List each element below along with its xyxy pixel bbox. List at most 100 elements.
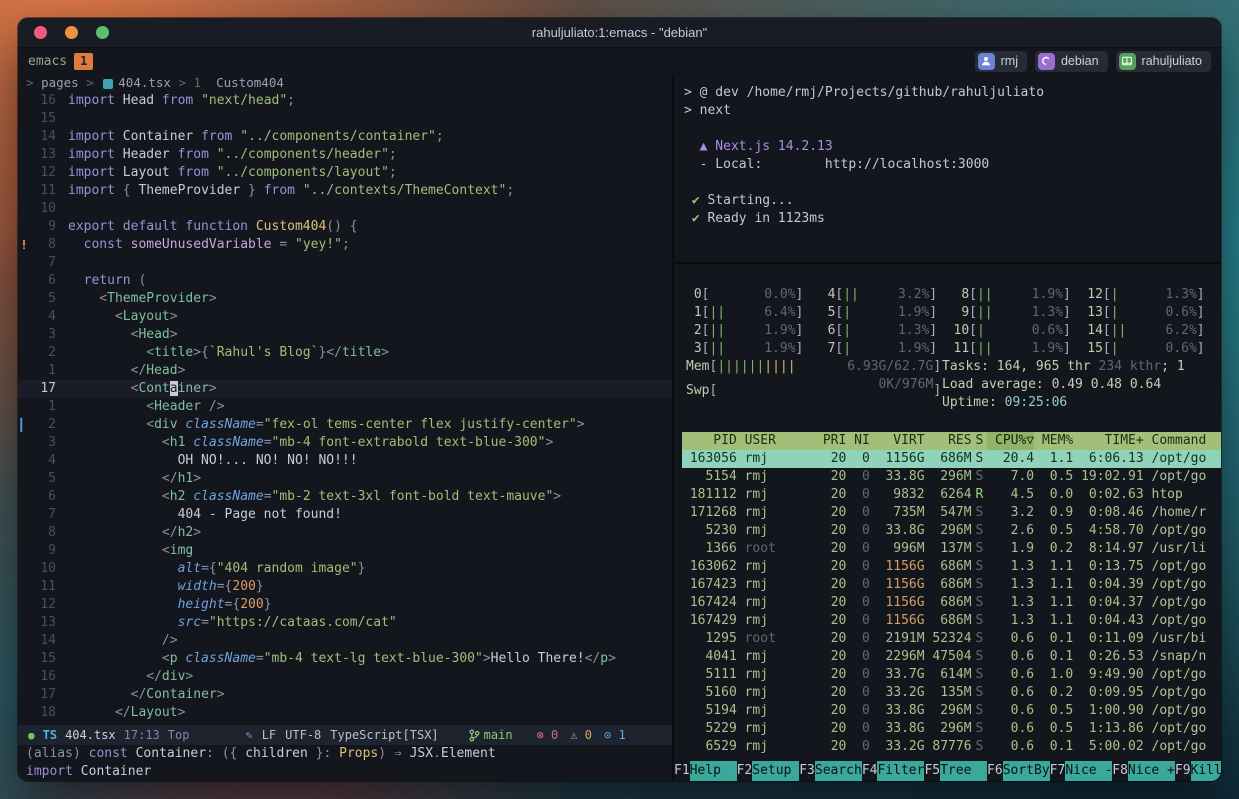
code-line[interactable]: 7 404 - Page not found! [18, 506, 672, 524]
tmux-window-tab[interactable]: emacs 1 [28, 53, 93, 70]
code-line[interactable]: 10 alt={"404 random image"} [18, 560, 672, 578]
column-header-pid[interactable]: PID [682, 432, 737, 450]
dev-server-output[interactable]: > @ dev /home/rmj/Projects/github/rahulj… [674, 74, 1221, 262]
close-button[interactable] [34, 26, 47, 39]
code-line[interactable]: 5 <ThemeProvider> [18, 290, 672, 308]
process-row[interactable]: 1366root200996M137MS1.90.28:14.97/usr/li [682, 540, 1221, 558]
code-line[interactable]: 6 <h2 className="mb-2 text-3xl font-bold… [18, 488, 672, 506]
code-line[interactable]: 9 <img [18, 542, 672, 560]
line-number: 12 [30, 596, 56, 614]
column-header-res[interactable]: RES [925, 432, 972, 450]
process-row[interactable]: 6529rmj20033.2G87776S0.60.15:00.02/opt/g… [682, 738, 1221, 756]
process-row[interactable]: 5230rmj20033.8G296MS2.60.54:58.70/opt/go [682, 522, 1221, 540]
fkey-f9[interactable]: F9Kill [1175, 761, 1221, 781]
code-line[interactable]: 4 OH NO!... NO! NO! NO!!! [18, 452, 672, 470]
code-line[interactable]: 1 <Header /> [18, 398, 672, 416]
tmux-badge-tmux[interactable]: rahuljuliato [1116, 51, 1211, 72]
code-line[interactable]: 13import Header from "../components/head… [18, 146, 672, 164]
fkey-f4[interactable]: F4Filter [862, 761, 925, 781]
process-row[interactable]: 167423rmj2001156G686MS1.31.10:04.39/opt/… [682, 576, 1221, 594]
code-line[interactable]: 15 <p className="mb-4 text-lg text-blue-… [18, 650, 672, 668]
code-line[interactable]: 11 width={200} [18, 578, 672, 596]
line-number: 4 [30, 308, 56, 326]
column-header-cpu[interactable]: CPU%▽ [987, 432, 1034, 450]
process-row[interactable]: 5229rmj20033.8G296MS0.60.51:13.86/opt/go [682, 720, 1221, 738]
process-row[interactable]: 181112rmj20098326264R4.50.00:02.63htop [682, 486, 1221, 504]
code-line[interactable]: 16import Head from "next/head"; [18, 92, 672, 110]
column-header-s[interactable]: S [972, 432, 988, 450]
tok-kw: import [68, 129, 123, 144]
fkey-f3[interactable]: F3Search [799, 761, 862, 781]
tok-pun: } [256, 579, 264, 594]
window-titlebar[interactable]: rahuljuliato:1:emacs - "debian" [18, 18, 1221, 48]
code-line[interactable]: 2 <title>{`Rahul's Blog`}</title> [18, 344, 672, 362]
process-row[interactable]: 163062rmj2001156G686MS1.31.10:13.75/opt/… [682, 558, 1221, 576]
column-header-time[interactable]: TIME+ [1073, 432, 1143, 450]
minimize-button[interactable] [65, 26, 78, 39]
code-line[interactable]: 7 [18, 254, 672, 272]
cell-pri: 20 [815, 720, 846, 738]
process-row[interactable]: 5160rmj20033.2G135MS0.60.20:09.95/opt/go [682, 684, 1221, 702]
process-row[interactable]: 167429rmj2001156G686MS1.31.10:04.43/opt/… [682, 612, 1221, 630]
process-row[interactable]: 167424rmj2001156G686MS1.31.10:04.37/opt/… [682, 594, 1221, 612]
gutter-spacer [18, 488, 30, 506]
cell-s: S [972, 648, 988, 666]
maximize-button[interactable] [96, 26, 109, 39]
fkey-f5[interactable]: F5Tree [924, 761, 987, 781]
tok-pun: ; [389, 165, 397, 180]
tok-pun: </ [68, 471, 178, 486]
fkey-f8[interactable]: F8Nice + [1112, 761, 1175, 781]
code-line[interactable]: 16 </div> [18, 668, 672, 686]
process-row[interactable]: 171268rmj200735M547MS3.20.90:08.46/home/… [682, 504, 1221, 522]
column-header-mem[interactable]: MEM% [1034, 432, 1073, 450]
cell-pid: 5111 [682, 666, 737, 684]
tok-attr: alt [68, 561, 201, 576]
pencil-icon: ✎ [245, 728, 252, 742]
code-line[interactable]: !8 const someUnusedVariable = "yey!"; [18, 236, 672, 254]
tok-pun: } [358, 561, 366, 576]
code-line[interactable]: 5 </h1> [18, 470, 672, 488]
code-line[interactable]: 3 <Head> [18, 326, 672, 344]
tmux-badge-debian[interactable]: debian [1035, 51, 1108, 72]
fkey-f6[interactable]: F6SortBy [987, 761, 1050, 781]
process-row[interactable]: 4041rmj2002296M47504S0.60.10:26.53/snap/… [682, 648, 1221, 666]
code-line[interactable]: 17 </Container> [18, 686, 672, 704]
tmux-badge-user[interactable]: rmj [975, 51, 1027, 72]
code-line[interactable]: 13 src="https://cataas.com/cat" [18, 614, 672, 632]
process-row[interactable]: 163056rmj2001156G686MS20.41.16:06.13/opt… [682, 450, 1221, 468]
code-line[interactable]: 3 <h1 className="mb-4 font-extrabold tex… [18, 434, 672, 452]
code-line[interactable]: ▎2 <div className="fex-ol tems-center fl… [18, 416, 672, 434]
fkey-f1[interactable]: F1Help [674, 761, 737, 781]
process-row[interactable]: 5111rmj20033.7G614MS0.61.09:49.90/opt/go [682, 666, 1221, 684]
code-line[interactable]: 9export default function Custom404() { [18, 218, 672, 236]
code-line[interactable]: 4 <Layout> [18, 308, 672, 326]
column-header-user[interactable]: USER [737, 432, 815, 450]
column-header-cmd[interactable]: Command [1144, 432, 1221, 450]
breadcrumb[interactable]: > pages > 404.tsx > 1 Custom404 [18, 74, 672, 92]
code-line[interactable]: 10 [18, 200, 672, 218]
code-line[interactable]: 6 return ( [18, 272, 672, 290]
code-line[interactable]: 17 <Container> [18, 380, 672, 398]
process-row[interactable]: 5154rmj20033.8G296MS7.00.519:02.91/opt/g… [682, 468, 1221, 486]
code-line[interactable]: 1 </Head> [18, 362, 672, 380]
fkey-f2[interactable]: F2Setup [737, 761, 800, 781]
code-line[interactable]: 12import Layout from "../components/layo… [18, 164, 672, 182]
code-line[interactable]: 14 /> [18, 632, 672, 650]
editor-pane[interactable]: > pages > 404.tsx > 1 Custom404 16import… [18, 74, 674, 781]
code-area[interactable]: 16import Head from "next/head";1514impor… [18, 92, 672, 725]
process-row[interactable]: 1295root2002191M52324S0.60.10:11.09/usr/… [682, 630, 1221, 648]
gutter-spacer [18, 110, 30, 128]
code-line[interactable]: 15 [18, 110, 672, 128]
column-header-ni[interactable]: NI [846, 432, 869, 450]
fkey-f7[interactable]: F7Nice - [1050, 761, 1113, 781]
column-header-pri[interactable]: PRI [815, 432, 846, 450]
code-line[interactable]: 11import { ThemeProvider } from "../cont… [18, 182, 672, 200]
column-header-virt[interactable]: VIRT [870, 432, 925, 450]
code-line[interactable]: 18 </Layout> [18, 704, 672, 722]
htop-pane[interactable]: 0[0.0%]4[||3.2%]8[||1.9%]12[|1.3%]1[||6.… [674, 264, 1221, 781]
process-row[interactable]: 5194rmj20033.8G296MS0.60.51:00.90/opt/go [682, 702, 1221, 720]
line-number: 6 [30, 488, 56, 506]
code-line[interactable]: 12 height={200} [18, 596, 672, 614]
code-line[interactable]: 8 </h2> [18, 524, 672, 542]
code-line[interactable]: 14import Container from "../components/c… [18, 128, 672, 146]
